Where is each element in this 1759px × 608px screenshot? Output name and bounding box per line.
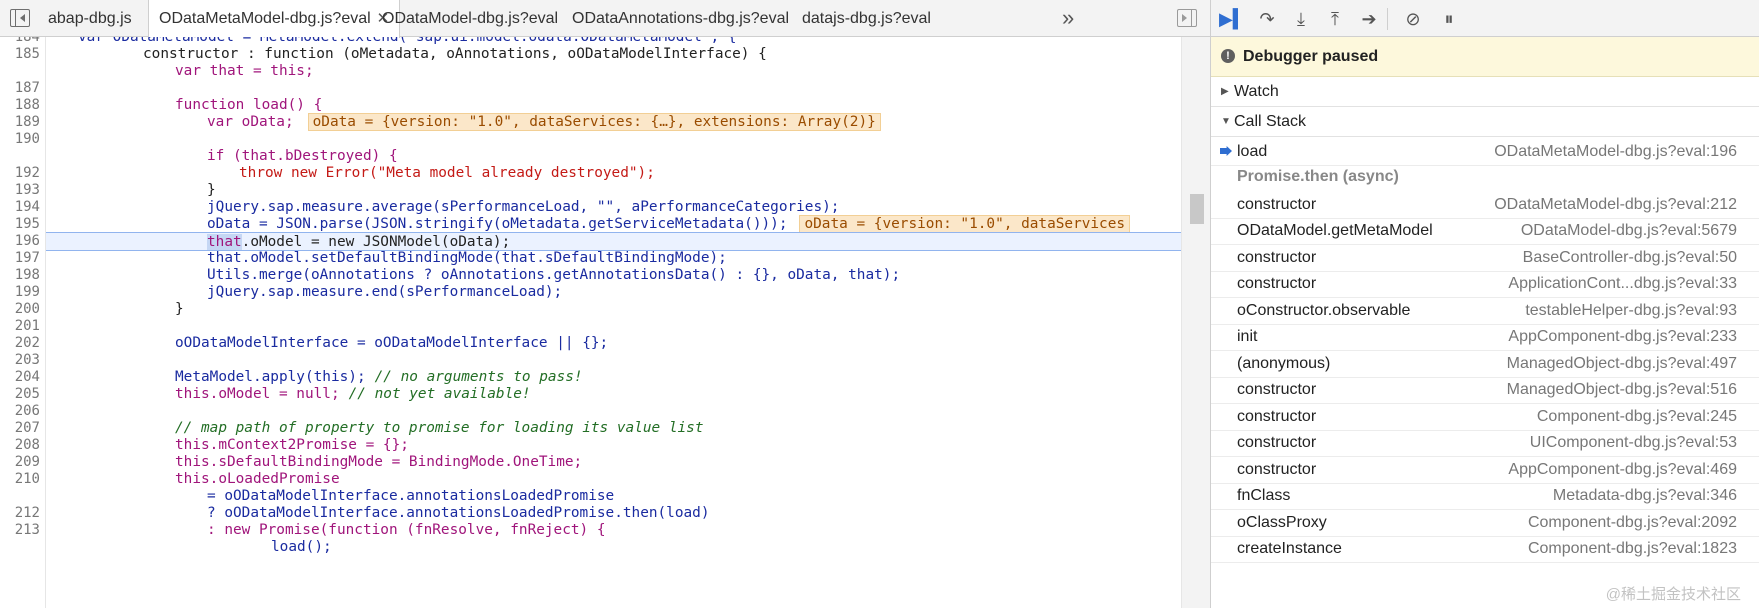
call-frame-row[interactable]: constructor AppComponent-dbg.js?eval:469 [1211, 455, 1759, 484]
watch-title: Watch [1234, 83, 1279, 100]
frame-location-link[interactable]: Component-dbg.js?eval:1823 [1528, 534, 1737, 563]
more-tabs-icon[interactable]: » [1062, 0, 1074, 37]
source-editor-pane: abap-dbg.js ODataMetaModel-dbg.js?eval ✕ … [0, 0, 1211, 608]
code-area[interactable]: var ODataMetaModel = MetaModel.extend("s… [46, 37, 1181, 608]
line-numbers[interactable]: 184 185 186 187 188 189 190 191 192 193 194 195 196 1… [0, 37, 46, 608]
toggle-navigator-icon[interactable] [10, 9, 30, 27]
frame-location-link[interactable]: testableHelper-dbg.js?eval:93 [1525, 296, 1737, 325]
tab-odatamodel-dbg[interactable]: ODataModel-dbg.js?eval [372, 0, 568, 37]
frame-function-name: constructor [1237, 275, 1317, 292]
frame-location-link[interactable]: Component-dbg.js?eval:245 [1537, 402, 1737, 431]
call-frame-row[interactable]: constructor ODataMetaModel-dbg.js?eval:21… [1211, 190, 1759, 219]
frame-function-name: ODataModel.getMetaModel [1237, 222, 1433, 239]
frame-function-name: constructor [1237, 460, 1317, 478]
editor-tab-bar: abap-dbg.js ODataMetaModel-dbg.js?eval ✕ … [0, 0, 1210, 38]
code-line-214: load(); [271, 539, 332, 555]
tab-label: ODataModel-dbg.js?eval [382, 10, 559, 27]
tab-label: ODataMetaModel-dbg.js?eval [159, 10, 371, 27]
tab-label: ODataAnnotations-dbg.js?eval [572, 10, 790, 27]
inline-value-odata[interactable]: oData = {version: "1.0", dataServices: {… [307, 113, 881, 131]
frame-location-link[interactable]: ODataModel-dbg.js?eval:5679 [1521, 216, 1737, 245]
call-frame-row[interactable]: constructor Component-dbg.js?eval:245 [1211, 402, 1759, 431]
debugger-paused-banner: ! Debugger paused [1211, 37, 1759, 77]
call-stack-title: Call Stack [1234, 113, 1307, 130]
debugger-sidebar: ▶▍ ↷ ⤓ ⤒ ➔ ⊘ ⏸ ! Debugger paused ▶ Watch… [1211, 0, 1759, 608]
toolbar-divider [1387, 8, 1388, 30]
call-frame-row[interactable]: oConstructor.observable testableHelper-db… [1211, 296, 1759, 325]
toggle-debugger-sidebar-icon[interactable] [1177, 9, 1197, 27]
frame-location-link[interactable]: ManagedObject-dbg.js?eval:516 [1507, 375, 1737, 404]
frame-function-name: fnClass [1237, 487, 1291, 504]
frame-location-link[interactable]: AppComponent-dbg.js?eval:469 [1508, 455, 1737, 484]
frame-function-name: oConstructor.observable [1237, 301, 1411, 319]
debugger-toolbar: ▶▍ ↷ ⤓ ⤒ ➔ ⊘ ⏸ [1211, 0, 1759, 37]
frame-location-link[interactable]: BaseController-dbg.js?eval:50 [1523, 243, 1737, 272]
call-frame-row[interactable]: constructor ManagedObject-dbg.js?eval:516 [1211, 375, 1759, 405]
async-separator-label: Promise.then (async) [1237, 167, 1399, 185]
scrollbar-thumb[interactable] [1190, 194, 1204, 224]
code-line-189: var oData; oData = {version: "1.0", dataS… [46, 113, 1181, 132]
current-frame-arrow-icon [1220, 146, 1232, 156]
editor-scrollbar[interactable] [1181, 37, 1210, 608]
frame-function-name: constructor [1237, 195, 1317, 213]
info-icon: ! [1221, 49, 1235, 63]
frame-location-link[interactable]: AppComponent-dbg.js?eval:233 [1508, 322, 1737, 351]
call-frame-row[interactable]: init AppComponent-dbg.js?eval:233 [1211, 322, 1759, 352]
frame-function-name: constructor [1237, 381, 1317, 398]
call-frame-row[interactable]: ODataModel.getMetaModel ODataModel-dbg.js… [1211, 216, 1759, 246]
deactivate-breakpoints-icon[interactable]: ⊘ [1401, 8, 1425, 30]
frame-location-link[interactable]: Metadata-dbg.js?eval:346 [1553, 481, 1737, 510]
frame-function-name: constructor [1237, 248, 1317, 266]
code-line-205: this.oModel = null;// not yet available! [175, 386, 531, 402]
frame-function-name: createInstance [1237, 540, 1342, 557]
call-frame-row[interactable]: createInstance Component-dbg.js?eval:1823 [1211, 534, 1759, 564]
call-frame-row[interactable]: (anonymous) ManagedObject-dbg.js?eval:497 [1211, 349, 1759, 378]
call-frame-row[interactable]: constructor UIComponent-dbg.js?eval:53 [1211, 428, 1759, 458]
frame-location-link[interactable]: ManagedObject-dbg.js?eval:497 [1507, 349, 1737, 378]
frame-function-name: constructor [1237, 407, 1317, 425]
call-frame-row[interactable]: constructor BaseController-dbg.js?eval:50 [1211, 243, 1759, 272]
frame-location-link[interactable]: UIComponent-dbg.js?eval:53 [1530, 428, 1737, 457]
frame-function-name: (anonymous) [1237, 354, 1331, 372]
code-line-200: } [175, 301, 184, 317]
frame-function-name: oClassProxy [1237, 513, 1327, 531]
step-icon[interactable]: ➔ [1357, 8, 1381, 30]
frame-location-link[interactable]: Component-dbg.js?eval:2092 [1528, 508, 1737, 537]
call-frame-row[interactable]: load ODataMetaModel-dbg.js?eval:196 [1211, 137, 1759, 167]
tab-label: abap-dbg.js [48, 10, 132, 27]
watermark-text: @稀土掘金技术社区 [1605, 586, 1741, 603]
frame-function-name: constructor [1237, 434, 1317, 451]
call-frame-row[interactable]: fnClass Metadata-dbg.js?eval:346 [1211, 481, 1759, 511]
tab-label: datajs-dbg.js?eval [802, 10, 931, 27]
paused-status-text: Debugger paused [1243, 48, 1379, 65]
frame-location-link[interactable]: ODataMetaModel-dbg.js?eval:196 [1494, 137, 1737, 166]
frame-function-name: load [1237, 143, 1268, 160]
step-over-icon[interactable]: ↷ [1255, 8, 1279, 30]
call-frame-row[interactable]: oClassProxy Component-dbg.js?eval:2092 [1211, 508, 1759, 537]
tab-datajs-dbg[interactable]: datajs-dbg.js?eval [792, 0, 941, 37]
call-frame-row[interactable]: constructor ApplicationCont...dbg.js?eval… [1211, 269, 1759, 299]
pause-on-exceptions-icon[interactable]: ⏸ [1437, 8, 1461, 30]
step-into-icon[interactable]: ⤓ [1289, 8, 1313, 30]
code-line-186: var that = this; [175, 63, 314, 79]
frame-location-link[interactable]: ODataMetaModel-dbg.js?eval:212 [1494, 190, 1737, 219]
collapse-triangle-icon: ▼ [1221, 116, 1231, 127]
resume-icon[interactable]: ▶▍ [1219, 8, 1247, 30]
call-stack-section-header[interactable]: ▼ Call Stack [1211, 107, 1759, 137]
watch-section-header[interactable]: ▶ Watch [1211, 77, 1759, 107]
breakpoint-line-number[interactable]: 214 [0, 538, 46, 557]
frame-location-link[interactable]: ApplicationCont...dbg.js?eval:33 [1508, 269, 1737, 298]
tab-odatametamodel-dbg[interactable]: ODataMetaModel-dbg.js?eval ✕ [148, 0, 401, 38]
frame-function-name: init [1237, 328, 1258, 345]
tab-odataannotations-dbg[interactable]: ODataAnnotations-dbg.js?eval [562, 0, 799, 37]
code-line-202: oODataModelInterface = oODataModelInterf… [175, 335, 609, 351]
expand-triangle-icon: ▶ [1221, 86, 1229, 97]
inline-value-odata[interactable]: oData = {version: "1.0", dataServices [799, 215, 1131, 233]
tab-abap-dbg[interactable]: abap-dbg.js [38, 0, 142, 37]
step-out-icon[interactable]: ⤒ [1323, 8, 1347, 30]
